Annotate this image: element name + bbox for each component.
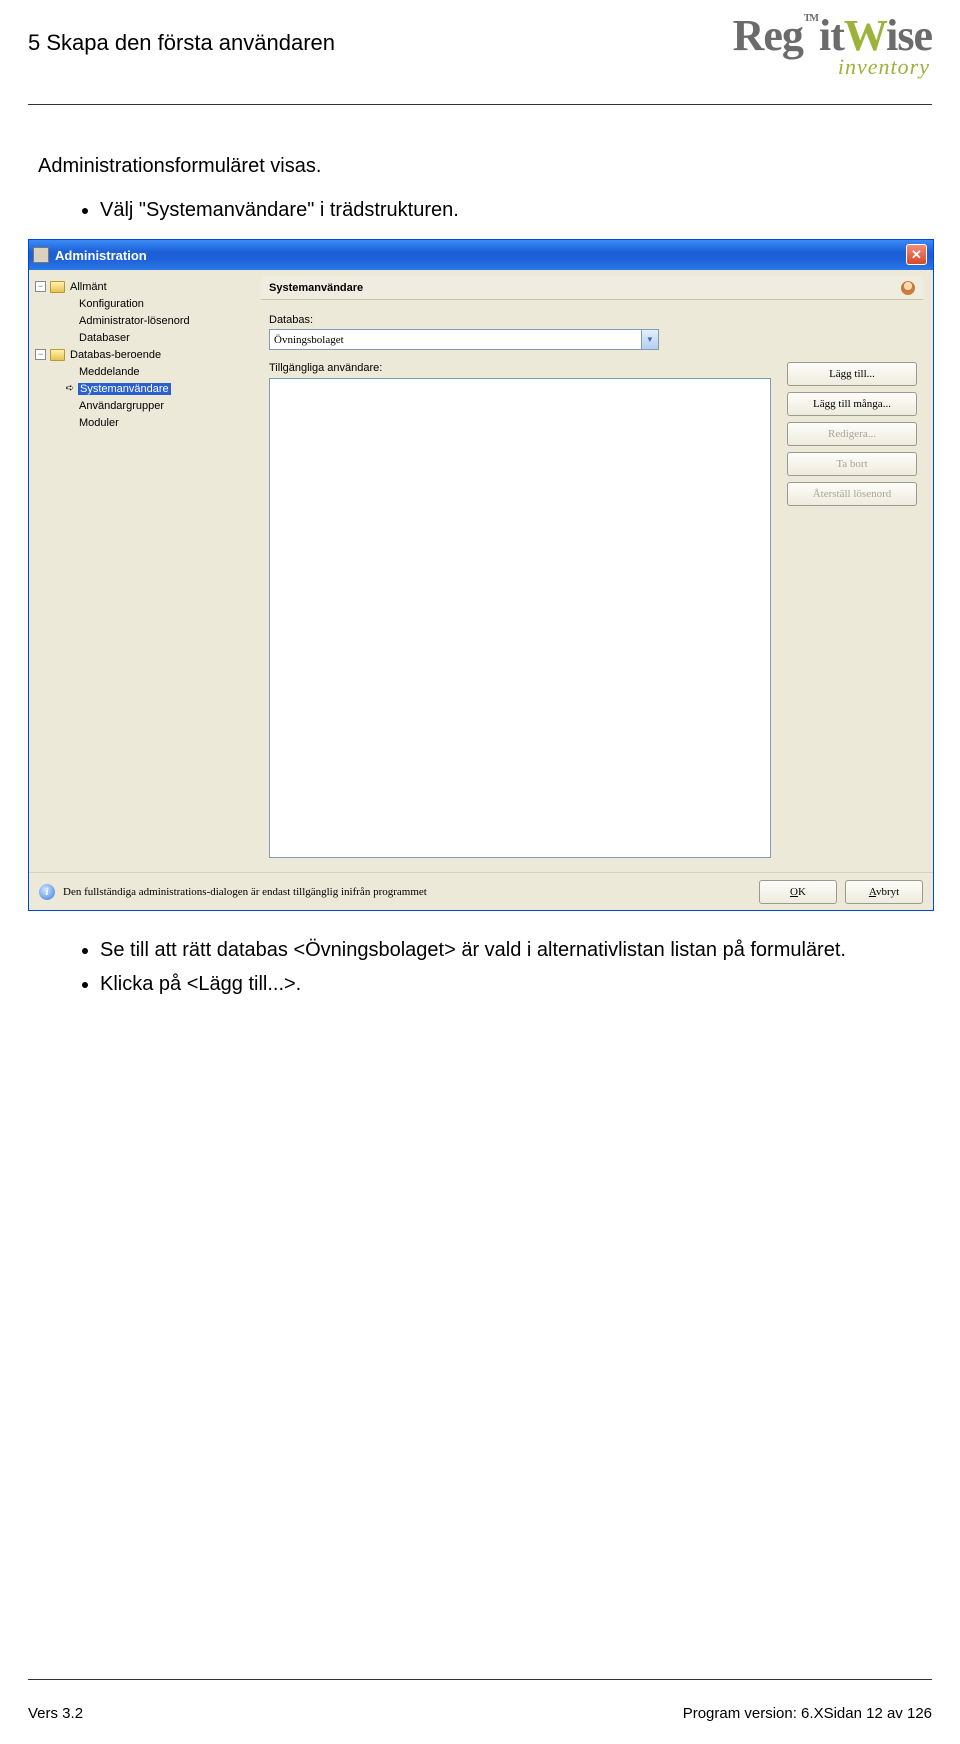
tm-mark: TM [803, 13, 819, 24]
footer-rule [28, 1679, 932, 1680]
add-button[interactable]: Lägg till... [787, 362, 917, 386]
users-listbox[interactable] [269, 378, 771, 858]
tree-node[interactable]: Databas-beroende [70, 349, 161, 361]
logo-part: W [844, 11, 886, 60]
version-text: Vers 3.2 [28, 1705, 83, 1722]
brand-logo: RegTMitWise inventory [733, 14, 932, 78]
footer-info-text: Den fullständiga administrations-dialoge… [63, 886, 427, 898]
tree-node[interactable]: Användargrupper [79, 400, 164, 412]
pointer-icon: ➪ [65, 383, 75, 394]
cancel-button[interactable]: Avbryt [845, 880, 923, 904]
close-icon[interactable]: ✕ [906, 244, 927, 265]
add-many-button[interactable]: Lägg till många... [787, 392, 917, 416]
database-label: Databas: [269, 314, 775, 326]
bullet-item: Se till att rätt databas <Övningsbolaget… [100, 935, 922, 965]
nav-tree[interactable]: − Allmänt Konfiguration Administrator-lös… [29, 270, 259, 872]
window-titlebar[interactable]: Administration ✕ [29, 240, 933, 270]
tree-node[interactable]: Konfiguration [79, 298, 144, 310]
tree-node[interactable]: Databaser [79, 332, 130, 344]
section-title: 5 Skapa den första användaren [28, 18, 335, 56]
collapse-icon[interactable]: − [35, 281, 46, 292]
page-number: Program version: 6.XSidan 12 av 126 [683, 1705, 932, 1722]
logo-part: it [819, 11, 844, 60]
delete-button[interactable]: Ta bort [787, 452, 917, 476]
window-footer: i Den fullständiga administrations-dialo… [29, 872, 933, 910]
reset-password-button[interactable]: Återställ lösenord [787, 482, 917, 506]
edit-button[interactable]: Redigera... [787, 422, 917, 446]
users-label: Tillgängliga användare: [269, 362, 775, 374]
logo-part: ise [886, 11, 932, 60]
bullet-item: Välj "Systemanvändare" i trädstrukturen. [100, 195, 922, 225]
ok-button[interactable]: OK [759, 880, 837, 904]
tree-node-selected[interactable]: Systemanvändare [78, 383, 171, 395]
folder-icon [50, 349, 65, 361]
intro-text: Administrationsformuläret visas. [38, 151, 922, 181]
user-icon [901, 281, 915, 295]
tree-node[interactable]: Allmänt [70, 281, 107, 293]
bullet-item: Klicka på <Lägg till...>. [100, 969, 922, 999]
pane-header: Systemanvändare [261, 276, 923, 300]
database-input[interactable] [269, 329, 642, 350]
tree-node[interactable]: Meddelande [79, 366, 140, 378]
window-icon [33, 247, 49, 263]
info-icon: i [39, 884, 55, 900]
window-title: Administration [55, 248, 147, 263]
admin-window: Administration ✕ − Allmänt Konfiguration … [28, 239, 934, 911]
header-rule [28, 104, 932, 105]
tree-node[interactable]: Administrator-lösenord [79, 315, 190, 327]
database-combo[interactable]: ▼ [269, 329, 659, 350]
tree-node[interactable]: Moduler [79, 417, 119, 429]
logo-part: Reg [733, 11, 803, 60]
chevron-down-icon[interactable]: ▼ [642, 329, 659, 350]
pane-title: Systemanvändare [269, 282, 363, 294]
folder-icon [50, 281, 65, 293]
collapse-icon[interactable]: − [35, 349, 46, 360]
